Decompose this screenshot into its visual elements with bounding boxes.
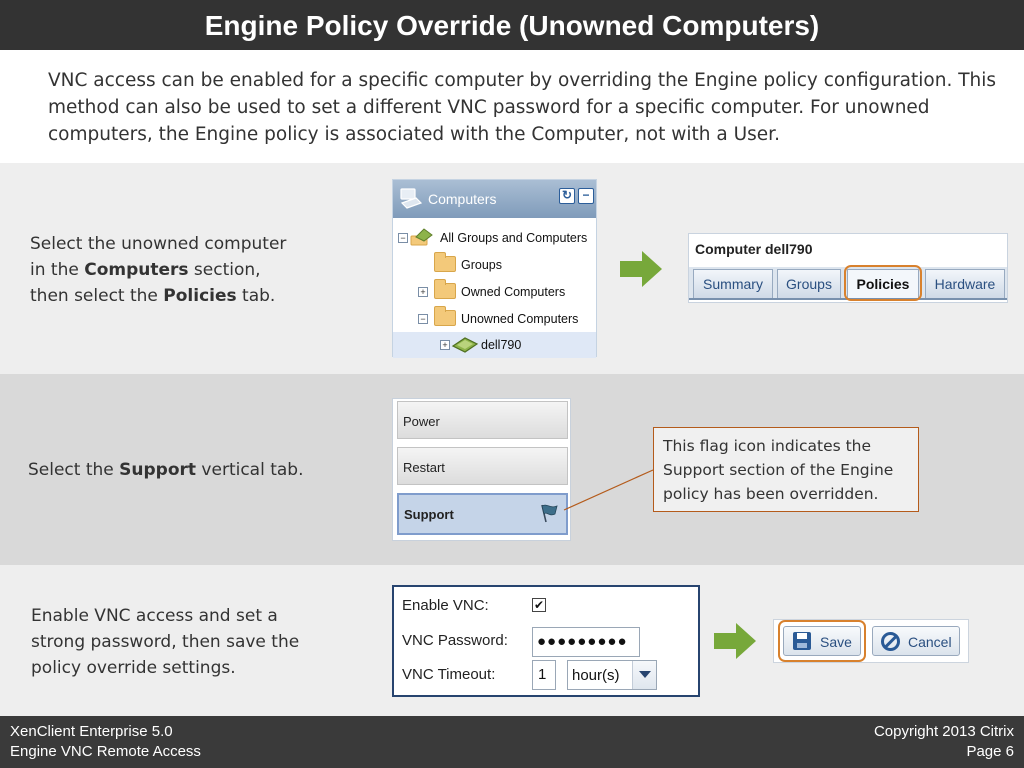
step1-instruction: Select the unowned computer in the Compu… bbox=[30, 231, 330, 309]
collapse-icon[interactable]: − bbox=[418, 314, 428, 324]
computer-title: Computer dell790 bbox=[695, 241, 813, 257]
folder-icon bbox=[434, 306, 456, 326]
right-arrow-icon bbox=[620, 251, 662, 287]
tree-item-owned-computers[interactable]: + Owned Computers bbox=[393, 279, 596, 305]
intro-text: VNC access can be enabled for a specific… bbox=[48, 70, 997, 145]
step1-line3-pre: then select the bbox=[30, 286, 164, 306]
folder-icon bbox=[434, 279, 456, 299]
step2-pre: Select the bbox=[28, 460, 120, 480]
step1-computers-bold: Computers bbox=[84, 260, 189, 280]
action-buttons-panel: Save Cancel bbox=[773, 619, 969, 663]
tree-label: Unowned Computers bbox=[461, 312, 579, 326]
save-highlight bbox=[778, 620, 866, 662]
vertical-tab-label: Support bbox=[404, 507, 454, 522]
step1-line2-pre: in the bbox=[30, 260, 85, 280]
footer-subtitle: Engine VNC Remote Access bbox=[10, 743, 201, 760]
footer: XenClient Enterprise 5.0 Engine VNC Remo… bbox=[0, 716, 1024, 768]
step1-line3: then select the Policies tab. bbox=[30, 283, 330, 309]
step1-line1: Select the unowned computer bbox=[30, 234, 287, 254]
tab-groups[interactable]: Groups bbox=[777, 269, 841, 298]
collapse-panel-icon[interactable]: − bbox=[578, 188, 594, 204]
vnc-password-label: VNC Password: bbox=[402, 632, 508, 649]
vnc-settings-panel: Enable VNC: ✔ VNC Password: ●●●●●●●●● VN… bbox=[392, 585, 700, 697]
vertical-tab-restart[interactable]: Restart bbox=[397, 447, 568, 485]
tab-hardware[interactable]: Hardware bbox=[925, 269, 1005, 298]
step1-line2: in the Computers section, bbox=[30, 257, 330, 283]
chevron-down-icon[interactable] bbox=[632, 661, 656, 689]
step3-instruction: Enable VNC access and set a strong passw… bbox=[31, 606, 300, 678]
computer-icon bbox=[451, 337, 479, 353]
override-flag-icon bbox=[541, 504, 558, 523]
slide-title: Engine Policy Override (Unowned Computer… bbox=[0, 0, 1024, 50]
policies-highlight bbox=[844, 265, 922, 301]
right-arrow-icon bbox=[714, 623, 756, 659]
expand-icon[interactable]: + bbox=[440, 340, 450, 350]
computers-panel-header: Computers ↻ − bbox=[393, 180, 596, 218]
expand-icon[interactable]: + bbox=[418, 287, 428, 297]
tree-label: Groups bbox=[461, 258, 502, 272]
cancel-icon bbox=[881, 632, 900, 651]
vnc-timeout-label: VNC Timeout: bbox=[402, 666, 496, 683]
collapse-icon[interactable]: − bbox=[398, 233, 408, 243]
vnc-password-field[interactable]: ●●●●●●●●● bbox=[532, 627, 640, 657]
timeout-unit-select[interactable]: hour(s) bbox=[567, 660, 657, 690]
footer-product: XenClient Enterprise 5.0 bbox=[10, 723, 173, 740]
step1-line2-post: section, bbox=[188, 260, 261, 280]
tree-label: Owned Computers bbox=[461, 285, 566, 299]
timeout-unit-value: hour(s) bbox=[572, 667, 620, 684]
flag-callout: This flag icon indicates the Support sec… bbox=[653, 427, 919, 512]
page-number: Page 6 bbox=[966, 743, 1014, 760]
step1-policies-bold: Policies bbox=[163, 286, 237, 306]
tree-item-groups[interactable]: Groups bbox=[393, 252, 596, 278]
step1-line3-post: tab. bbox=[236, 286, 276, 306]
enable-vnc-label: Enable VNC: bbox=[402, 597, 489, 614]
vertical-tab-label: Power bbox=[403, 414, 440, 429]
tree-item-all-groups[interactable]: − All Groups and Computers bbox=[393, 225, 596, 251]
vertical-tab-label: Restart bbox=[403, 460, 445, 475]
computers-icon bbox=[400, 188, 423, 209]
tree-item-unowned-computers[interactable]: − Unowned Computers bbox=[393, 306, 596, 332]
cancel-button[interactable]: Cancel bbox=[872, 626, 960, 656]
computers-header-label: Computers bbox=[428, 191, 497, 207]
folder-icon bbox=[434, 252, 456, 272]
vertical-tab-support[interactable]: Support bbox=[397, 493, 568, 535]
computer-detail-panel: Computer dell790 Summary Groups Policies… bbox=[688, 233, 1008, 303]
step2-post: vertical tab. bbox=[196, 460, 304, 480]
computer-group-icon bbox=[410, 228, 433, 246]
cancel-button-label: Cancel bbox=[908, 634, 952, 650]
enable-vnc-checkbox[interactable]: ✔ bbox=[532, 598, 546, 612]
tree-label: dell790 bbox=[481, 338, 522, 352]
vertical-tabs-panel: Power Restart Support bbox=[392, 398, 571, 541]
refresh-icon[interactable]: ↻ bbox=[559, 188, 575, 204]
vertical-tab-power[interactable]: Power bbox=[397, 401, 568, 439]
vnc-timeout-field[interactable]: 1 bbox=[532, 660, 556, 690]
step2-support-bold: Support bbox=[119, 460, 197, 480]
computers-tree-panel: Computers ↻ − − All Groups and Computers… bbox=[392, 179, 597, 358]
tab-summary[interactable]: Summary bbox=[693, 269, 773, 298]
step2-instruction: Select the Support vertical tab. bbox=[28, 457, 328, 483]
tree-label: All Groups and Computers bbox=[440, 231, 588, 245]
footer-copyright: Copyright 2013 Citrix bbox=[873, 723, 1014, 740]
tree-item-dell790[interactable]: + dell790 bbox=[393, 332, 596, 358]
